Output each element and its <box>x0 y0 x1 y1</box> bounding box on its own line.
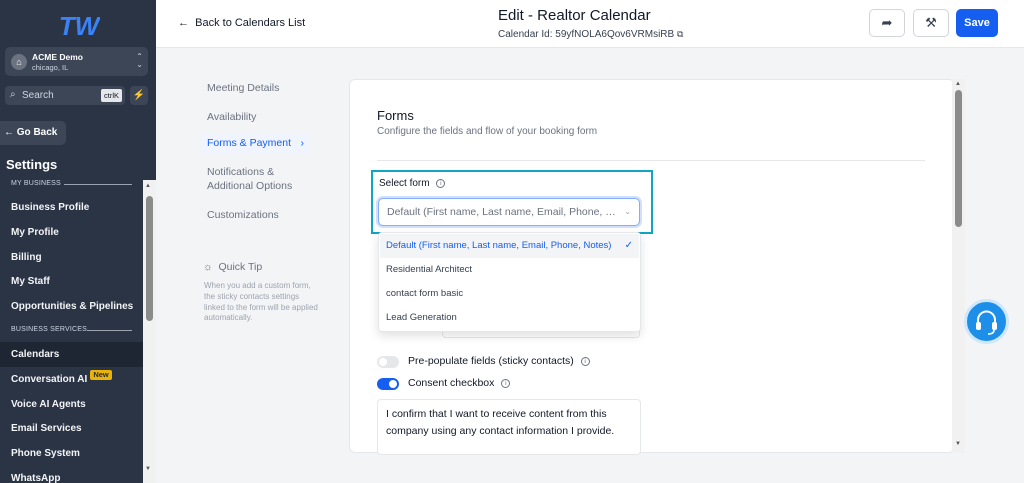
settings-title: Settings <box>6 157 58 172</box>
search-icon: ⌕ <box>10 89 16 100</box>
section-divider <box>87 330 132 331</box>
subnav-label-line1: Notifications & <box>207 166 275 178</box>
quick-tip-label: Quick Tip <box>218 261 263 273</box>
subnav-label-line2: Additional Options <box>207 180 293 192</box>
chevron-updown-icon: ⌃ ⌄ <box>136 52 143 69</box>
share-icon: ➦ <box>881 15 893 30</box>
subnav-customizations[interactable]: Customizations <box>207 208 279 222</box>
new-badge: New <box>90 370 112 380</box>
svg-text:TW: TW <box>59 11 100 41</box>
option-lead-generation[interactable]: Lead Generation <box>380 306 639 330</box>
forms-description: Configure the fields and flow of your bo… <box>377 126 598 137</box>
section-my-business: MY BUSINESS <box>11 180 61 187</box>
quick-action-button[interactable]: ⚡ <box>130 86 148 105</box>
option-contact-form-basic[interactable]: contact form basic <box>380 282 639 306</box>
sidebar-item-my-profile[interactable]: My Profile <box>0 220 143 245</box>
subnav-forms-payment[interactable]: Forms & Payment › <box>201 134 310 153</box>
lightbulb-icon: ☼ <box>203 261 213 273</box>
select-form-label-text: Select form <box>379 178 430 189</box>
tools-button[interactable]: ⚒ <box>913 9 949 37</box>
option-residential-architect[interactable]: Residential Architect <box>380 258 639 282</box>
info-icon[interactable]: i <box>501 378 511 388</box>
chevron-down-icon: ⌄ <box>624 207 631 216</box>
page-title: Edit - Realtor Calendar <box>498 7 651 24</box>
sidebar-item-billing[interactable]: Billing <box>0 245 143 270</box>
chevron-right-icon: › <box>300 137 305 149</box>
calendar-id-text: Calendar Id: 59yfNOLA6Qov6VRMsiRB <box>498 29 675 40</box>
consent-label-text: Consent checkbox <box>408 377 495 389</box>
page-header: ← Back to Calendars List Edit - Realtor … <box>156 0 1024 48</box>
scroll-down-icon[interactable]: ▼ <box>955 441 961 447</box>
select-form-dropdown[interactable]: Default (First name, Last name, Email, P… <box>378 198 640 226</box>
scroll-down-icon[interactable]: ▼ <box>145 466 151 472</box>
back-to-calendars-link[interactable]: ← Back to Calendars List <box>178 17 305 29</box>
subnav-meeting-details[interactable]: Meeting Details <box>207 81 279 95</box>
sidebar: TW ⌂ ACME Demo chicago, IL ⌃ ⌄ ⌕ Search c… <box>0 0 156 483</box>
sidebar-item-my-staff[interactable]: My Staff <box>0 269 143 294</box>
sidebar-item-voice-ai[interactable]: Voice AI Agents <box>0 392 143 417</box>
back-link-label: Back to Calendars List <box>195 17 306 29</box>
account-location: chicago, IL <box>32 63 69 72</box>
quick-tip-title: ☼ Quick Tip <box>203 261 262 273</box>
location-icon: ⌂ <box>11 54 27 70</box>
sidebar-item-phone-system[interactable]: Phone System <box>0 441 143 466</box>
sidebar-item-conversation-ai[interactable]: Conversation AI New <box>0 367 143 392</box>
headset-icon <box>976 310 997 335</box>
section-divider <box>64 184 132 185</box>
arrow-left-icon: ← <box>178 17 189 29</box>
consent-text: I confirm that I want to receive content… <box>386 408 615 437</box>
quick-tip-text: When you add a custom form, the sticky c… <box>204 281 318 323</box>
sidebar-item-email-services[interactable]: Email Services <box>0 416 143 441</box>
bolt-icon: ⚡ <box>132 90 146 101</box>
go-back-button[interactable]: ← Go Back <box>0 121 66 145</box>
go-back-label: Go Back <box>16 127 58 138</box>
sidebar-item-business-profile[interactable]: Business Profile <box>0 195 143 220</box>
copy-icon[interactable]: ⧉ <box>677 29 683 39</box>
option-label: Default (First name, Last name, Email, P… <box>386 240 612 251</box>
select-form-value: Default (First name, Last name, Email, P… <box>387 206 619 218</box>
subnav-availability[interactable]: Availability <box>207 110 256 124</box>
section-divider <box>377 160 925 161</box>
select-form-label: Select form i <box>379 178 446 189</box>
support-chat-button[interactable] <box>964 299 1009 344</box>
brand-logo: TW <box>59 11 100 41</box>
consent-text-field[interactable]: I confirm that I want to receive content… <box>377 399 641 455</box>
prepopulate-label-text: Pre-populate fields (sticky contacts) <box>408 355 574 367</box>
main-scrollbar-thumb[interactable] <box>955 90 962 227</box>
toggle-knob <box>389 380 397 388</box>
account-name: ACME Demo <box>32 52 84 62</box>
search-input[interactable]: ⌕ Search ctrlK <box>5 86 125 105</box>
search-placeholder: Search <box>22 90 54 101</box>
section-business-services: BUSINESS SERVICES <box>11 326 88 333</box>
info-icon[interactable]: i <box>580 356 590 366</box>
consent-toggle[interactable] <box>377 378 399 390</box>
tools-icon: ⚒ <box>925 15 937 30</box>
toggle-knob <box>379 358 387 366</box>
option-default[interactable]: Default (First name, Last name, Email, P… <box>380 234 639 258</box>
subnav-label: Forms & Payment <box>207 137 292 149</box>
scroll-up-icon[interactable]: ▲ <box>955 81 961 87</box>
sidebar-scrollbar-thumb[interactable] <box>146 196 153 321</box>
select-form-menu: Default (First name, Last name, Email, P… <box>378 232 641 332</box>
forms-title: Forms <box>377 108 414 123</box>
search-shortcut: ctrlK <box>101 89 122 102</box>
check-icon: ✓ <box>624 240 633 251</box>
sidebar-item-opportunities[interactable]: Opportunities & Pipelines <box>0 294 143 319</box>
prepopulate-label: Pre-populate fields (sticky contacts) i <box>408 355 590 367</box>
save-button[interactable]: Save <box>956 9 998 37</box>
consent-label: Consent checkbox i <box>408 377 511 389</box>
share-button[interactable]: ➦ <box>869 9 905 37</box>
subnav-notifications[interactable]: Notifications & Additional Options <box>207 165 292 193</box>
sidebar-item-calendars[interactable]: Calendars <box>0 342 143 367</box>
scroll-up-icon[interactable]: ▲ <box>145 183 151 189</box>
account-switcher[interactable]: ⌂ ACME Demo chicago, IL ⌃ ⌄ <box>5 47 148 76</box>
prepopulate-toggle[interactable] <box>377 356 399 368</box>
info-icon[interactable]: i <box>436 178 446 188</box>
sidebar-item-label: Conversation AI <box>11 374 88 385</box>
sidebar-item-whatsapp[interactable]: WhatsApp <box>0 466 143 483</box>
calendar-id: Calendar Id: 59yfNOLA6Qov6VRMsiRB ⧉ <box>498 29 683 40</box>
